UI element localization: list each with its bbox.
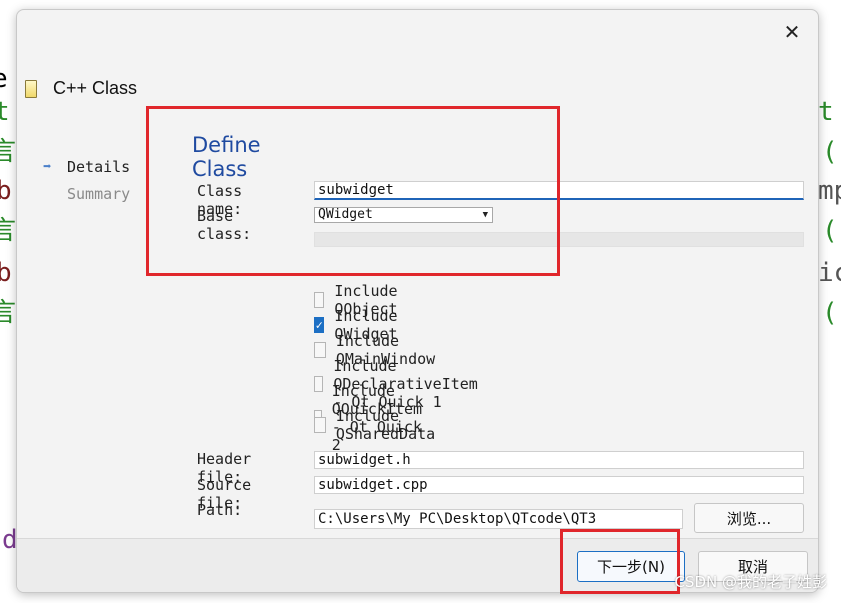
code-line: t [818, 97, 834, 127]
close-button[interactable]: ✕ [780, 20, 804, 44]
header-file-input[interactable]: subwidget.h [314, 451, 804, 469]
class-name-input[interactable]: subwidget [314, 181, 804, 200]
code-line: ( [822, 298, 838, 328]
code-line: b [0, 258, 12, 288]
wizard-title: C++ Class [25, 78, 137, 99]
step-label: Summary [67, 184, 131, 203]
wizard-title-label: C++ Class [53, 78, 138, 98]
dropdown-arrow-icon: ▼ [482, 210, 488, 220]
code-line: ic [818, 258, 841, 288]
progress-bar [314, 232, 804, 247]
path-label: Path: [197, 501, 243, 519]
wizard-steps-sidebar: ➡ Details Summary [43, 153, 130, 207]
watermark: CSDN @我的老子姓彭 [674, 573, 827, 591]
code-line: 言 [0, 216, 17, 246]
code-line: e [0, 64, 8, 94]
code-line: b [0, 176, 12, 206]
code-line: ( [822, 137, 838, 167]
next-button[interactable]: 下一步(N) [577, 551, 685, 582]
base-class-value: QWidget [318, 207, 373, 222]
code-line: t [0, 97, 10, 127]
arrow-right-icon: ➡ [43, 158, 52, 175]
base-class-select[interactable]: QWidget ▼ [314, 207, 493, 223]
new-class-wizard-dialog: ✕ C++ Class ➡ Details Summary Define Cla… [16, 9, 819, 593]
code-line: 言 [0, 298, 17, 328]
file-icon [25, 79, 37, 98]
checkbox-label: Include QSharedData [335, 407, 436, 443]
checkmark-icon: ✓ [314, 317, 325, 333]
step-summary: Summary [43, 180, 130, 207]
source-file-input[interactable]: subwidget.cpp [314, 476, 804, 494]
checkbox-icon [314, 342, 326, 358]
base-class-label: Base class: [197, 207, 252, 243]
code-line: mp [818, 176, 841, 206]
checkbox-icon [314, 417, 326, 433]
checkbox-icon [314, 292, 325, 308]
page-title: Define Class [192, 133, 261, 181]
step-details: ➡ Details [43, 153, 130, 180]
path-input[interactable]: C:\Users\My PC\Desktop\QTcode\QT3 [314, 509, 683, 529]
include-qshareddata-checkbox[interactable]: Include QSharedData [314, 407, 441, 443]
step-label: Details [67, 157, 131, 176]
close-icon: ✕ [783, 20, 801, 44]
browse-button[interactable]: 浏览... [694, 503, 804, 533]
code-line: ( [822, 216, 838, 246]
code-line: 言 [0, 137, 17, 167]
